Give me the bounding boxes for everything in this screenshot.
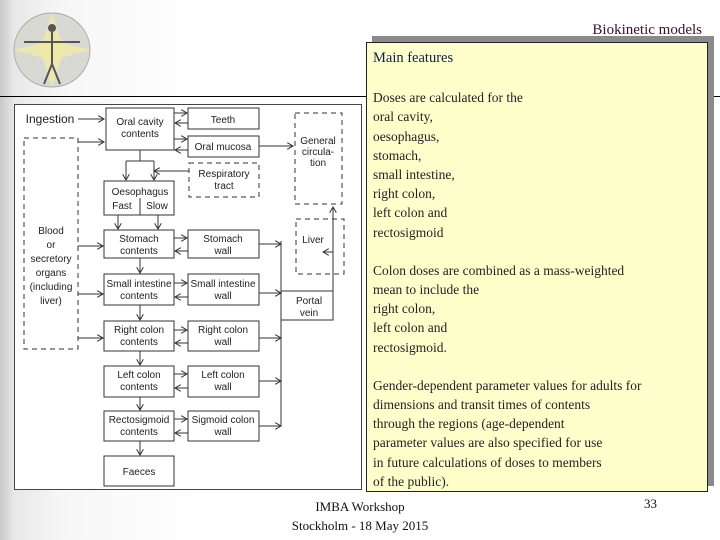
panel-line: through the regions (age-dependent bbox=[373, 416, 565, 432]
panel-line: rectosigmoid. bbox=[373, 339, 447, 355]
svg-text:Respiratorytract: Respiratory tract bbox=[198, 169, 249, 192]
paragraph-doses: Doses are calculated for the oral cavity,… bbox=[373, 88, 707, 242]
panel-line: rectosigmoid bbox=[373, 224, 444, 240]
svg-text:Stomachcontents: Stomach contents bbox=[119, 234, 158, 257]
panel-line: Gender-dependent parameter values for ad… bbox=[373, 377, 642, 393]
panel-line: in future calculations of doses to membe… bbox=[373, 454, 602, 470]
vitruvian-man-logo bbox=[13, 12, 91, 88]
footer-location-date: Stockholm - 18 May 2015 bbox=[291, 518, 429, 533]
paragraph-gender: Gender-dependent parameter values for ad… bbox=[373, 376, 707, 491]
biokinetic-diagram: Ingestion Oral cavity contents Teeth Oral… bbox=[14, 104, 362, 490]
panel-line: left colon and bbox=[373, 205, 448, 221]
footer: IMBA Workshop Stockholm - 18 May 2015 bbox=[270, 497, 450, 535]
liver-box bbox=[295, 218, 345, 275]
panel-line: of the public). bbox=[373, 473, 450, 489]
panel-line: right colon, bbox=[373, 301, 436, 317]
panel-line: oesophagus, bbox=[373, 128, 440, 144]
panel-line: oral cavity, bbox=[373, 109, 433, 125]
svg-text:Bloodorsecretoryorgans(includi: Blood or secretory organs (including liver) bbox=[30, 226, 73, 307]
oesophagus-slow-label: Slow bbox=[146, 201, 168, 212]
liver-label: Liver bbox=[302, 235, 324, 246]
portal-vein-label: Portal vein bbox=[296, 296, 322, 319]
panel-line: dimensions and transit times of contents bbox=[373, 397, 591, 413]
panel-line: Doses are calculated for the bbox=[373, 90, 523, 106]
page-number: 33 bbox=[644, 496, 657, 511]
panel-line: right colon, bbox=[373, 186, 436, 202]
ingestion-label: Ingestion bbox=[26, 112, 75, 126]
paragraph-colon: Colon doses are combined as a mass-weigh… bbox=[373, 261, 707, 357]
panel-line: small intestine, bbox=[373, 167, 455, 183]
oesophagus-label: Oesophagus bbox=[112, 187, 169, 198]
faeces-label: Faeces bbox=[123, 467, 156, 478]
teeth-label: Teeth bbox=[211, 115, 235, 126]
panel-heading: Main features bbox=[373, 50, 454, 66]
panel-line: Colon doses are combined as a mass-weigh… bbox=[373, 262, 625, 278]
panel-line: parameter values are also specified for … bbox=[373, 435, 603, 451]
panel-line: left colon and bbox=[373, 320, 448, 336]
footer-workshop: IMBA Workshop bbox=[315, 499, 405, 514]
diagram-svg: Ingestion Oral cavity contents Teeth Oral… bbox=[23, 107, 345, 487]
svg-text:Right coloncontents: Right colon contents bbox=[114, 325, 164, 348]
svg-text:Oral cavitycontents: Oral cavity contents bbox=[116, 117, 163, 140]
panel-line: stomach, bbox=[373, 147, 422, 163]
main-features-panel: Main features Doses are calculated for t… bbox=[366, 42, 708, 492]
svg-text:Left coloncontents: Left colon contents bbox=[117, 370, 160, 393]
oral-mucosa-label: Oral mucosa bbox=[195, 142, 252, 153]
oesophagus-fast-label: Fast bbox=[112, 201, 132, 212]
panel-line: mean to include the bbox=[373, 282, 480, 298]
general-circulation-label: General circula-tion bbox=[300, 136, 336, 169]
